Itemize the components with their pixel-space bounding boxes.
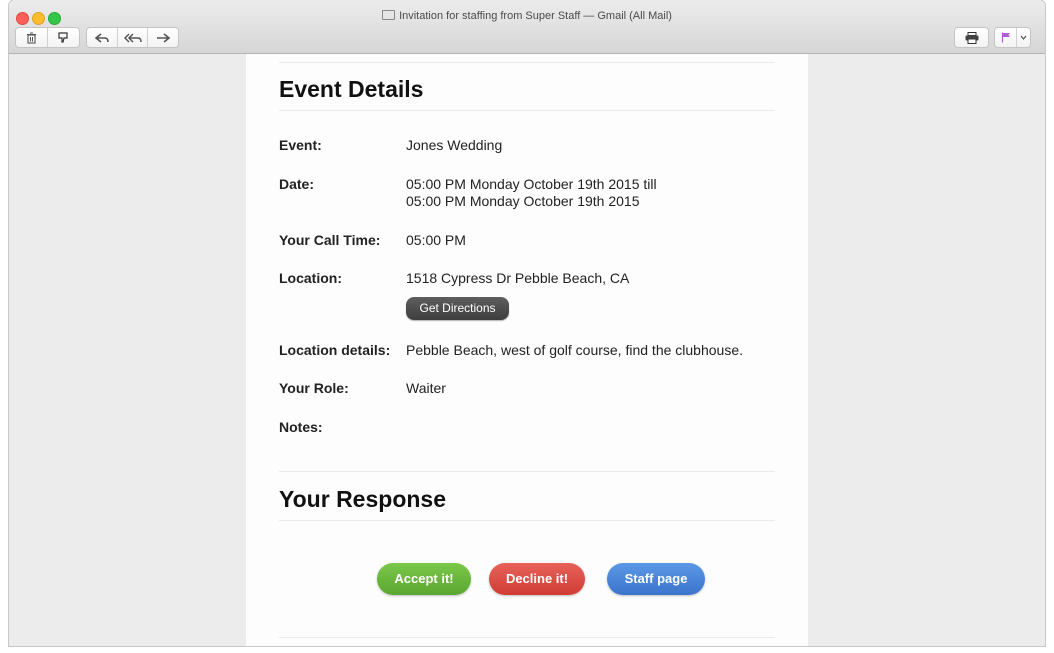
- accept-button[interactable]: Accept it!: [377, 563, 471, 595]
- divider: [279, 471, 775, 472]
- flag-group: [994, 27, 1031, 48]
- notes-label: Notes:: [279, 419, 323, 435]
- location-details-value: Pebble Beach, west of golf course, find …: [406, 342, 743, 358]
- flag-icon[interactable]: [995, 28, 1018, 47]
- envelope-icon: [382, 10, 396, 20]
- your-response-heading: Your Response: [279, 486, 446, 512]
- decline-button[interactable]: Decline it!: [489, 563, 585, 595]
- divider: [279, 520, 775, 521]
- reply-icon[interactable]: [87, 28, 118, 47]
- reply-group: [86, 27, 179, 48]
- location-label: Location:: [279, 270, 342, 286]
- location-value: 1518 Cypress Dr Pebble Beach, CA: [406, 270, 630, 286]
- mail-window: Invitation for staffing from Super Staff…: [9, 0, 1045, 646]
- get-directions-button[interactable]: Get Directions: [406, 297, 509, 320]
- trash-icon[interactable]: [16, 28, 48, 47]
- divider: [279, 110, 775, 111]
- divider: [279, 637, 775, 638]
- reply-all-icon[interactable]: [118, 28, 149, 47]
- email-body: Event Details Event: Jones Wedding Date:…: [246, 54, 808, 646]
- event-value: Jones Wedding: [406, 137, 503, 153]
- event-details-heading: Event Details: [279, 76, 424, 102]
- chevron-down-icon[interactable]: [1017, 28, 1030, 47]
- date-line-2: 05:00 PM Monday October 19th 2015: [406, 193, 640, 209]
- window-title-text: Invitation for staffing from Super Staff…: [399, 10, 672, 22]
- divider: [279, 62, 775, 63]
- date-label: Date:: [279, 176, 315, 192]
- print-icon[interactable]: [955, 28, 988, 47]
- print-group: [954, 27, 989, 48]
- window-title: Invitation for staffing from Super Staff…: [9, 10, 1045, 22]
- delete-junk-group: [15, 27, 80, 48]
- location-details-label: Location details:: [279, 342, 391, 358]
- event-label: Event:: [279, 137, 322, 153]
- call-time-label: Your Call Time:: [279, 232, 381, 248]
- titlebar: Invitation for staffing from Super Staff…: [9, 0, 1045, 54]
- role-label: Your Role:: [279, 380, 349, 396]
- forward-icon[interactable]: [148, 28, 178, 47]
- date-line-1: 05:00 PM Monday October 19th 2015 till: [406, 176, 657, 192]
- call-time-value: 05:00 PM: [406, 232, 466, 248]
- role-value: Waiter: [406, 380, 446, 396]
- staff-page-button[interactable]: Staff page: [607, 563, 705, 595]
- junk-icon[interactable]: [48, 28, 79, 47]
